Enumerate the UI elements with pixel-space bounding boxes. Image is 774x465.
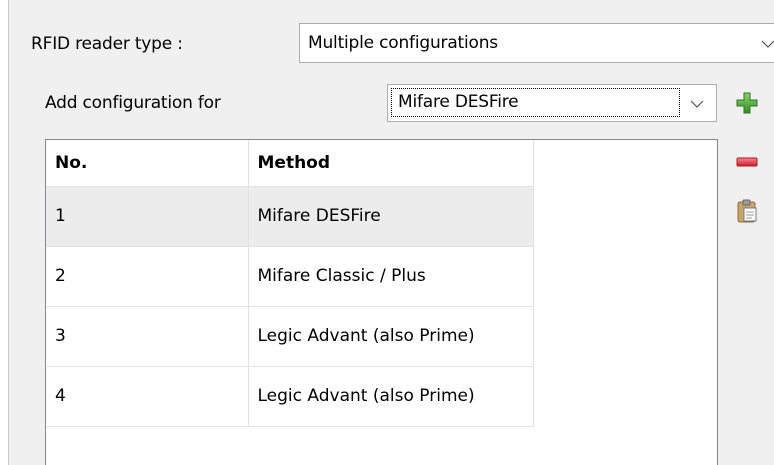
configuration-list[interactable]: No. Method 1 Mifare DESFire 2 Mifare Cla…: [45, 139, 718, 465]
row-number: 4: [46, 366, 249, 427]
row-number: 2: [46, 246, 249, 307]
minus-icon: [736, 157, 758, 167]
paste-configuration-button[interactable]: [735, 199, 759, 223]
add-configuration-button[interactable]: [735, 91, 759, 115]
row-method: Mifare DESFire: [248, 186, 534, 247]
row-method: Mifare Classic / Plus: [248, 246, 534, 307]
column-header-method[interactable]: Method: [248, 140, 534, 187]
clipboard-paste-icon: [737, 199, 757, 223]
row-method: Legic Advant (also Prime): [248, 306, 534, 367]
plus-icon: [736, 92, 758, 114]
add-configuration-value: Mifare DESFire: [398, 92, 519, 112]
table-row[interactable]: 4 Legic Advant (also Prime): [46, 366, 534, 427]
table-row[interactable]: 2 Mifare Classic / Plus: [46, 246, 534, 307]
reader-type-dropdown[interactable]: Multiple configurations: [299, 23, 774, 63]
row-number: 3: [46, 306, 249, 367]
configuration-table: No. Method 1 Mifare DESFire 2 Mifare Cla…: [46, 140, 534, 427]
remove-configuration-button[interactable]: [735, 150, 759, 174]
reader-type-label: RFID reader type :: [31, 34, 183, 54]
add-configuration-label: Add configuration for: [45, 93, 221, 113]
column-header-no[interactable]: No.: [46, 140, 249, 187]
settings-panel: RFID reader type : Multiple configuratio…: [8, 0, 774, 465]
chevron-down-icon: [761, 40, 774, 48]
table-row[interactable]: 3 Legic Advant (also Prime): [46, 306, 534, 367]
row-method: Legic Advant (also Prime): [248, 366, 534, 427]
row-number: 1: [46, 186, 249, 247]
table-header-row: No. Method: [46, 140, 534, 187]
table-row[interactable]: 1 Mifare DESFire: [46, 186, 534, 247]
add-configuration-dropdown[interactable]: Mifare DESFire: [387, 84, 717, 122]
chevron-down-icon: [690, 100, 704, 108]
reader-type-value: Multiple configurations: [308, 33, 498, 53]
